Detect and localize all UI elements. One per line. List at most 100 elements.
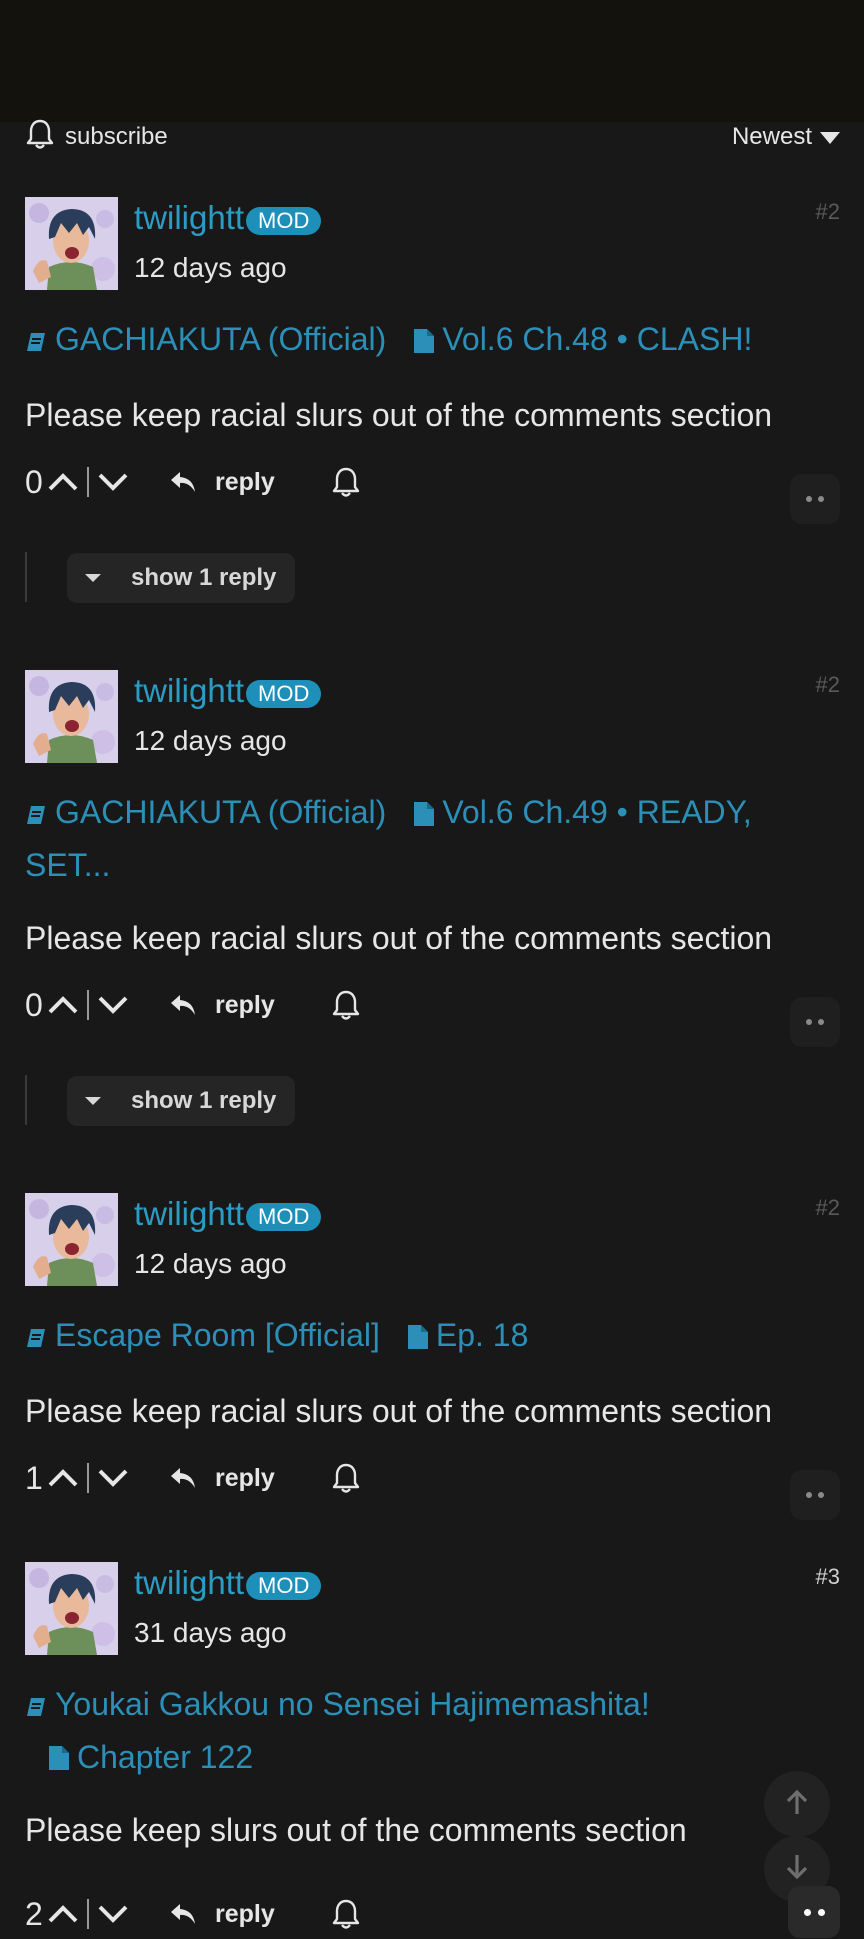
username-link[interactable]: twilightt: [134, 1564, 244, 1602]
file-icon: [414, 790, 435, 840]
comment-text: Please keep racial slurs out of the comm…: [25, 920, 773, 956]
reply-icon[interactable]: [169, 993, 197, 1017]
chevron-down-icon[interactable]: [97, 1468, 129, 1488]
comment-actions: 2 reply: [25, 1892, 361, 1936]
chevron-down-icon[interactable]: [97, 472, 129, 492]
show-replies-button[interactable]: show 1 reply: [67, 553, 295, 603]
comment-actions: 0 reply: [25, 460, 361, 504]
scroll-up-button[interactable]: [764, 1771, 830, 1837]
avatar[interactable]: [25, 1562, 118, 1655]
vote-score: 1: [25, 1459, 43, 1496]
username-link[interactable]: twilightt: [134, 199, 244, 237]
book-icon: [25, 317, 47, 367]
username-row: twilightt MOD: [134, 199, 322, 237]
comment-actions: 0 reply: [25, 983, 361, 1027]
chapter-link[interactable]: Ep. 18: [436, 1317, 529, 1353]
chevron-up-icon[interactable]: [47, 1904, 79, 1924]
vote-divider: [87, 1463, 89, 1493]
reply-icon[interactable]: [169, 1466, 197, 1490]
comment-time: 31 days ago: [134, 1617, 287, 1648]
more-dots-icon[interactable]: [788, 1886, 840, 1938]
comment-card: twilightt MOD 12 days ago #2 GACHIAKUTA …: [0, 670, 864, 1130]
reply-button[interactable]: reply: [215, 991, 275, 1020]
bell-icon[interactable]: [331, 989, 361, 1021]
comment-source: GACHIAKUTA (Official) Vol.6 Ch.49 • READY…: [25, 787, 825, 890]
file-icon: [414, 317, 435, 367]
comment-source: Escape Room [Official] Ep. 18: [25, 1310, 825, 1363]
bell-icon[interactable]: [331, 1462, 361, 1494]
show-replies-label: show 1 reply: [131, 564, 277, 591]
subscribe-label: subscribe: [65, 123, 168, 150]
username-row: twilightt MOD: [134, 1564, 322, 1602]
chevron-up-icon[interactable]: [47, 1468, 79, 1488]
thread-line: [25, 552, 27, 602]
username-link[interactable]: twilightt: [134, 1195, 244, 1233]
vote-score: 0: [25, 986, 43, 1023]
comment-card: twilightt MOD 12 days ago #2 Escape Room…: [0, 1193, 864, 1533]
comment-number[interactable]: #3: [816, 1564, 840, 1590]
username-row: twilightt MOD: [134, 672, 322, 710]
avatar[interactable]: [25, 1193, 118, 1286]
comment-time: 12 days ago: [134, 725, 287, 756]
username-row: twilightt MOD: [134, 1195, 322, 1233]
reply-icon[interactable]: [169, 1902, 197, 1926]
file-icon: [49, 1734, 69, 1784]
chevron-up-icon[interactable]: [47, 995, 79, 1015]
series-link[interactable]: GACHIAKUTA (Official): [55, 321, 386, 357]
book-icon: [25, 1313, 47, 1363]
chapter-link[interactable]: Vol.6 Ch.48 • CLASH!: [442, 321, 752, 357]
reply-button[interactable]: reply: [215, 468, 275, 497]
vote-score: 0: [25, 463, 43, 500]
chapter-link[interactable]: Chapter 122: [77, 1739, 253, 1775]
reply-button[interactable]: reply: [215, 1464, 275, 1493]
mod-badge: MOD: [246, 1572, 322, 1600]
mod-badge: MOD: [246, 1203, 322, 1231]
chevron-down-icon[interactable]: [97, 1904, 129, 1924]
vote-score: 2: [25, 1895, 43, 1932]
comment-text: Please keep racial slurs out of the comm…: [25, 397, 773, 433]
bell-icon[interactable]: [331, 1898, 361, 1930]
subscribe-button[interactable]: subscribe: [25, 119, 168, 152]
comments-toolbar: subscribe Newest: [0, 119, 864, 152]
caret-down-icon: [85, 1097, 101, 1105]
reply-button[interactable]: reply: [215, 1900, 275, 1929]
show-replies-button[interactable]: show 1 reply: [67, 1076, 295, 1126]
comment-text: Please keep slurs out of the comments se…: [25, 1812, 687, 1848]
comment-number[interactable]: #2: [816, 1195, 840, 1221]
chevron-down-icon: [820, 123, 840, 151]
series-link[interactable]: Youkai Gakkou no Sensei Hajimemashita!: [55, 1686, 650, 1722]
comment-text: Please keep racial slurs out of the comm…: [25, 1393, 773, 1429]
book-icon: [25, 1682, 47, 1732]
comment-card: twilightt MOD 12 days ago #2 GACHIAKUTA …: [0, 197, 864, 617]
top-bar: [0, 0, 864, 122]
series-link[interactable]: GACHIAKUTA (Official): [55, 794, 386, 830]
sort-label: Newest: [731, 123, 812, 150]
comment-time: 12 days ago: [134, 252, 287, 283]
file-icon: [407, 1313, 428, 1363]
show-replies-label: show 1 reply: [131, 1087, 277, 1114]
bell-icon[interactable]: [331, 466, 361, 498]
avatar[interactable]: [25, 197, 118, 290]
arrow-down-icon: [783, 1853, 811, 1886]
more-options-button[interactable]: [790, 474, 840, 524]
reply-icon[interactable]: [169, 470, 197, 494]
vote-divider: [87, 1899, 89, 1929]
mod-badge: MOD: [246, 680, 322, 708]
vote-divider: [87, 990, 89, 1020]
chevron-up-icon[interactable]: [47, 472, 79, 492]
mod-badge: MOD: [246, 207, 322, 235]
comment-number[interactable]: #2: [816, 672, 840, 698]
chevron-down-icon[interactable]: [97, 995, 129, 1015]
comment-source: Youkai Gakkou no Sensei Hajimemashita! C…: [25, 1679, 825, 1784]
vote-divider: [87, 467, 89, 497]
more-options-button[interactable]: [790, 1470, 840, 1520]
caret-down-icon: [85, 574, 101, 582]
username-link[interactable]: twilightt: [134, 672, 244, 710]
comment-source: GACHIAKUTA (Official) Vol.6 Ch.48 • CLASH…: [25, 314, 825, 367]
sort-dropdown[interactable]: Newest: [732, 122, 840, 152]
more-options-button[interactable]: [790, 997, 840, 1047]
avatar[interactable]: [25, 670, 118, 763]
series-link[interactable]: Escape Room [Official]: [55, 1317, 380, 1353]
comment-number[interactable]: #2: [816, 199, 840, 225]
comment-actions: 1 reply: [25, 1456, 361, 1500]
